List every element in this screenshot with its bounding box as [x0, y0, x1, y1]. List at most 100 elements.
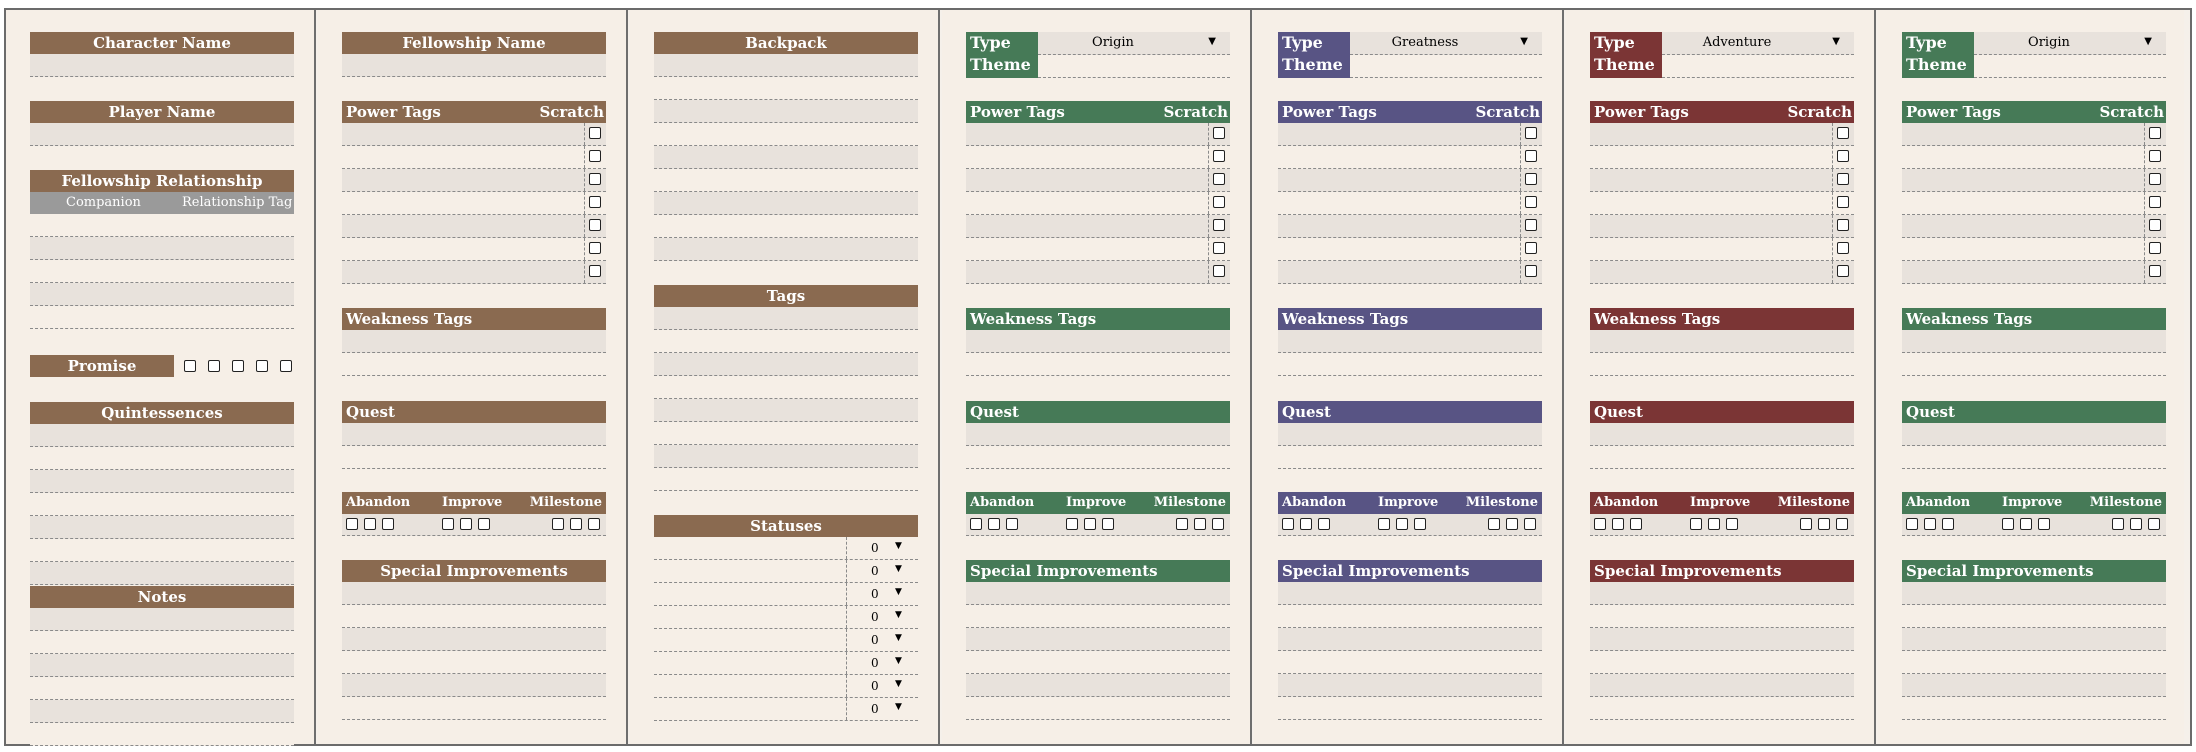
power-tag-row[interactable] — [1902, 192, 2166, 215]
milestone-checkbox[interactable] — [1006, 518, 1018, 530]
power-tag-row[interactable] — [966, 169, 1230, 192]
scratch-checkbox[interactable] — [1837, 242, 1849, 254]
milestone-checkbox[interactable] — [1818, 518, 1830, 530]
special-improvement-row[interactable] — [1278, 697, 1542, 720]
special-improvement-row[interactable] — [1590, 697, 1854, 720]
weakness-tag-row[interactable] — [1278, 353, 1542, 376]
milestone-checkbox[interactable] — [364, 518, 376, 530]
milestone-checkbox[interactable] — [460, 518, 472, 530]
quest-row[interactable] — [1590, 446, 1854, 469]
weakness-tag-row[interactable] — [1590, 330, 1854, 353]
power-tag-row[interactable] — [1278, 123, 1542, 146]
chevron-down-icon[interactable]: ▼ — [895, 656, 902, 666]
status-row[interactable]: 0 ▼ — [654, 675, 918, 698]
scratch-checkbox[interactable] — [1213, 127, 1225, 139]
weakness-tag-row[interactable] — [1590, 353, 1854, 376]
special-improvement-row[interactable] — [1278, 582, 1542, 605]
backpack-row[interactable] — [654, 54, 918, 77]
milestone-checkbox[interactable] — [570, 518, 582, 530]
theme-type-select[interactable]: Greatness ▼ — [1350, 32, 1542, 55]
theme-name-field[interactable] — [1038, 55, 1230, 78]
scratch-checkbox[interactable] — [1525, 173, 1537, 185]
special-improvement-row[interactable] — [1590, 582, 1854, 605]
special-improvement-row[interactable] — [1590, 628, 1854, 651]
power-tag-row[interactable] — [342, 192, 606, 215]
notes-row[interactable] — [30, 723, 294, 746]
power-tag-row[interactable] — [342, 238, 606, 261]
promise-checkbox[interactable] — [280, 360, 292, 372]
milestone-checkbox[interactable] — [1414, 518, 1426, 530]
quest-row[interactable] — [1590, 423, 1854, 446]
special-improvement-row[interactable] — [1902, 605, 2166, 628]
power-tag-row[interactable] — [342, 169, 606, 192]
tag-row[interactable] — [654, 330, 918, 353]
weakness-tag-row[interactable] — [1278, 330, 1542, 353]
scratch-checkbox[interactable] — [589, 150, 601, 162]
milestone-checkbox[interactable] — [1282, 518, 1294, 530]
special-improvement-row[interactable] — [1902, 674, 2166, 697]
quest-row[interactable] — [342, 446, 606, 469]
milestone-checkbox[interactable] — [1800, 518, 1812, 530]
milestone-checkbox[interactable] — [552, 518, 564, 530]
special-improvement-row[interactable] — [342, 651, 606, 674]
scratch-checkbox[interactable] — [1525, 127, 1537, 139]
backpack-row[interactable] — [654, 238, 918, 261]
fellowship-name-field[interactable] — [342, 54, 606, 77]
status-select[interactable]: 0 ▼ — [846, 698, 918, 720]
status-row[interactable]: 0 ▼ — [654, 652, 918, 675]
special-improvement-row[interactable] — [966, 674, 1230, 697]
scratch-checkbox[interactable] — [1213, 219, 1225, 231]
scratch-checkbox[interactable] — [2149, 265, 2161, 277]
tag-row[interactable] — [654, 468, 918, 491]
quintessence-row[interactable] — [30, 516, 294, 539]
quest-row[interactable] — [1902, 423, 2166, 446]
backpack-row[interactable] — [654, 100, 918, 123]
theme-name-field[interactable] — [1662, 55, 1854, 78]
relationship-row[interactable] — [30, 306, 294, 329]
promise-checkbox[interactable] — [256, 360, 268, 372]
power-tag-row[interactable] — [966, 146, 1230, 169]
chevron-down-icon[interactable]: ▼ — [895, 679, 902, 689]
special-improvement-row[interactable] — [1902, 651, 2166, 674]
scratch-checkbox[interactable] — [1213, 173, 1225, 185]
special-improvement-row[interactable] — [1590, 674, 1854, 697]
status-row[interactable]: 0 ▼ — [654, 698, 918, 721]
milestone-checkbox[interactable] — [1594, 518, 1606, 530]
scratch-checkbox[interactable] — [1837, 173, 1849, 185]
power-tag-row[interactable] — [1278, 215, 1542, 238]
theme-name-field[interactable] — [1974, 55, 2166, 78]
special-improvement-row[interactable] — [1590, 605, 1854, 628]
power-tag-row[interactable] — [1278, 238, 1542, 261]
power-tag-row[interactable] — [342, 146, 606, 169]
scratch-checkbox[interactable] — [1213, 196, 1225, 208]
special-improvement-row[interactable] — [1278, 674, 1542, 697]
relationship-row[interactable] — [30, 260, 294, 283]
milestone-checkbox[interactable] — [1906, 518, 1918, 530]
quintessence-row[interactable] — [30, 562, 294, 585]
special-improvement-row[interactable] — [1902, 628, 2166, 651]
milestone-checkbox[interactable] — [1066, 518, 1078, 530]
special-improvement-row[interactable] — [1278, 605, 1542, 628]
milestone-checkbox[interactable] — [1630, 518, 1642, 530]
notes-row[interactable] — [30, 677, 294, 700]
status-select[interactable]: 0 ▼ — [846, 629, 918, 651]
scratch-checkbox[interactable] — [1525, 265, 1537, 277]
scratch-checkbox[interactable] — [2149, 219, 2161, 231]
special-improvement-row[interactable] — [966, 628, 1230, 651]
power-tag-row[interactable] — [1902, 261, 2166, 284]
power-tag-row[interactable] — [342, 215, 606, 238]
power-tag-row[interactable] — [966, 192, 1230, 215]
power-tag-row[interactable] — [1278, 146, 1542, 169]
status-row[interactable]: 0 ▼ — [654, 560, 918, 583]
milestone-checkbox[interactable] — [1194, 518, 1206, 530]
weakness-tag-row[interactable] — [966, 330, 1230, 353]
relationship-row[interactable] — [30, 283, 294, 306]
status-select[interactable]: 0 ▼ — [846, 537, 918, 559]
quintessence-row[interactable] — [30, 424, 294, 447]
milestone-checkbox[interactable] — [988, 518, 1000, 530]
quintessence-row[interactable] — [30, 470, 294, 493]
tag-row[interactable] — [654, 399, 918, 422]
quest-row[interactable] — [966, 446, 1230, 469]
milestone-checkbox[interactable] — [1612, 518, 1624, 530]
power-tag-row[interactable] — [342, 123, 606, 146]
